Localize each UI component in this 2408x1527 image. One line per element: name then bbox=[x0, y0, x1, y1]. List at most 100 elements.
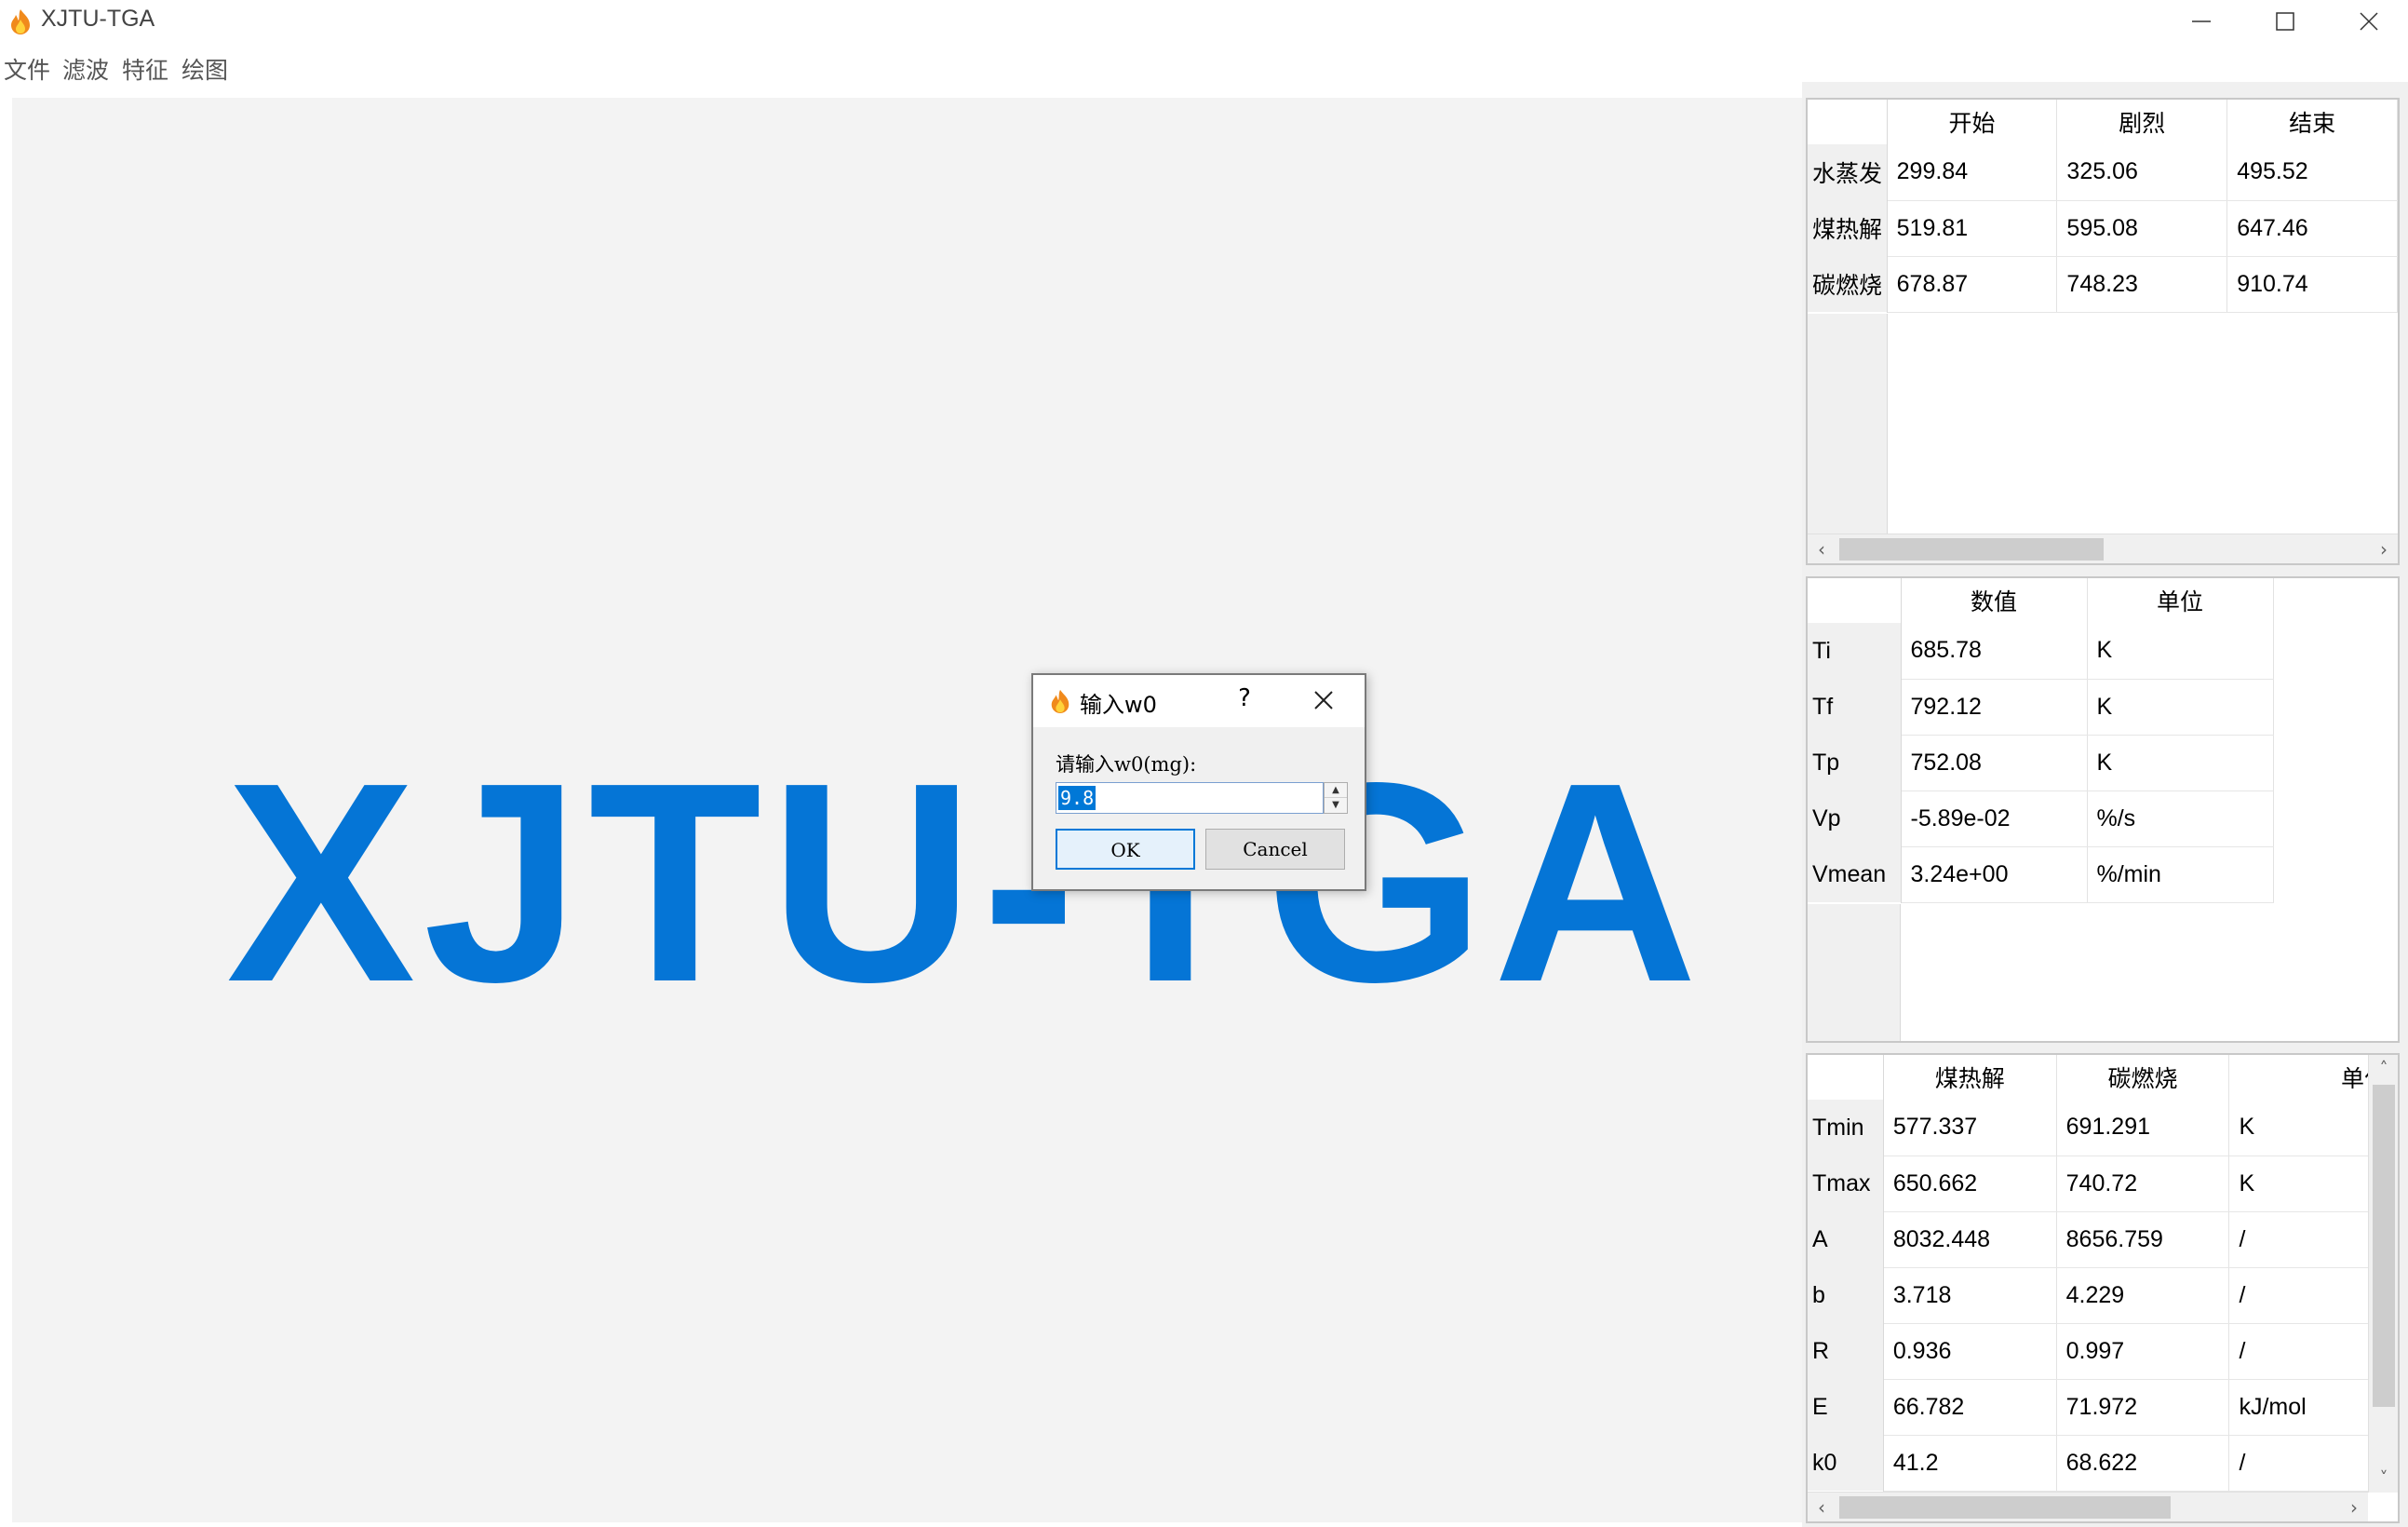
table-cell[interactable]: 752.08 bbox=[1901, 735, 2088, 791]
table-cell[interactable]: 0.936 bbox=[1883, 1323, 2057, 1380]
table-cell[interactable]: 577.337 bbox=[1883, 1100, 2057, 1156]
table-cell[interactable]: 495.52 bbox=[2226, 144, 2398, 201]
row-header[interactable]: A bbox=[1808, 1211, 1884, 1267]
row-header[interactable]: k0 bbox=[1808, 1435, 1884, 1491]
spin-buttons[interactable]: ▲ ▼ bbox=[1324, 782, 1348, 814]
table-cell[interactable]: K bbox=[2087, 623, 2274, 680]
table-row: k0 41.2 68.622 / bbox=[1808, 1435, 2398, 1492]
table-cell[interactable]: 4.229 bbox=[2056, 1267, 2230, 1324]
table-cell[interactable]: 0.997 bbox=[2056, 1323, 2230, 1380]
table-cell[interactable]: 650.662 bbox=[1883, 1155, 2057, 1212]
menu-file[interactable]: 文件 bbox=[4, 52, 50, 86]
characteristic-table-grid: 数值 单位 Ti 685.78 K Tf 792.12 K Tp 752.08 … bbox=[1808, 578, 2274, 903]
scroll-thumb[interactable] bbox=[1839, 1496, 2171, 1519]
corner-cell bbox=[1808, 1055, 1884, 1100]
table-cell[interactable]: %/s bbox=[2087, 791, 2274, 847]
column-header[interactable]: 煤热解 bbox=[1883, 1055, 2057, 1100]
phase-table[interactable]: 开始 剧烈 结束 水蒸发 299.84 325.06 495.52 煤热解 51… bbox=[1806, 98, 2400, 565]
table-cell[interactable]: 8656.759 bbox=[2056, 1211, 2230, 1268]
table-cell[interactable]: 678.87 bbox=[1887, 256, 2058, 313]
close-button[interactable] bbox=[2327, 0, 2408, 43]
column-header[interactable]: 数值 bbox=[1901, 578, 2088, 623]
table-cell[interactable]: 299.84 bbox=[1887, 144, 2058, 201]
table-cell[interactable]: %/min bbox=[2087, 846, 2274, 903]
spin-down-icon[interactable]: ▼ bbox=[1325, 798, 1347, 813]
scroll-left-icon[interactable]: ‹ bbox=[1808, 1493, 1836, 1521]
row-header[interactable]: 水蒸发 bbox=[1808, 144, 1888, 200]
characteristic-table[interactable]: 数值 单位 Ti 685.78 K Tf 792.12 K Tp 752.08 … bbox=[1806, 576, 2400, 1043]
column-header[interactable]: 结束 bbox=[2226, 100, 2398, 144]
table-cell[interactable]: 519.81 bbox=[1887, 200, 2058, 257]
table-cell[interactable]: 792.12 bbox=[1901, 679, 2088, 736]
scroll-down-icon[interactable]: ˅ bbox=[2369, 1465, 2398, 1493]
w0-value[interactable]: 9.8 bbox=[1058, 786, 1096, 810]
minimize-button[interactable] bbox=[2159, 0, 2243, 43]
row-header[interactable]: Tp bbox=[1808, 735, 1902, 791]
table-cell[interactable]: -5.89e-02 bbox=[1901, 791, 2088, 847]
row-header[interactable]: R bbox=[1808, 1323, 1884, 1379]
ok-button[interactable]: OK bbox=[1056, 829, 1195, 870]
table-row: 煤热解 519.81 595.08 647.46 bbox=[1808, 200, 2398, 257]
kinetics-table-grid: 煤热解 碳燃烧 单位 Tmin 577.337 691.291 K Tmax 6… bbox=[1808, 1055, 2398, 1492]
table-cell[interactable]: 647.46 bbox=[2226, 200, 2398, 257]
scroll-thumb[interactable] bbox=[1839, 538, 2104, 561]
table-cell[interactable]: 910.74 bbox=[2226, 256, 2398, 313]
table-row: b 3.718 4.229 / bbox=[1808, 1267, 2398, 1324]
row-header[interactable]: Vp bbox=[1808, 791, 1902, 846]
maximize-button[interactable] bbox=[2243, 0, 2327, 43]
table-cell[interactable]: 3.24e+00 bbox=[1901, 846, 2088, 903]
kinetics-table[interactable]: 煤热解 碳燃烧 单位 Tmin 577.337 691.291 K Tmax 6… bbox=[1806, 1053, 2400, 1523]
scroll-right-icon[interactable]: › bbox=[2340, 1493, 2368, 1521]
close-icon bbox=[2360, 12, 2378, 31]
table-row: 水蒸发 299.84 325.06 495.52 bbox=[1808, 144, 2398, 201]
row-header[interactable]: Tf bbox=[1808, 679, 1902, 735]
column-header[interactable]: 剧烈 bbox=[2056, 100, 2228, 144]
table-cell[interactable]: 71.972 bbox=[2056, 1379, 2230, 1436]
vertical-scrollbar[interactable]: ˄ ˅ bbox=[2368, 1055, 2398, 1493]
table-cell[interactable]: 740.72 bbox=[2056, 1155, 2230, 1212]
scroll-left-icon[interactable]: ‹ bbox=[1808, 534, 1836, 563]
scroll-thumb[interactable] bbox=[2373, 1085, 2395, 1407]
close-icon bbox=[1314, 691, 1333, 709]
table-cell[interactable]: 66.782 bbox=[1883, 1379, 2057, 1436]
cancel-button[interactable]: Cancel bbox=[1205, 829, 1345, 870]
column-header[interactable]: 单位 bbox=[2087, 578, 2274, 623]
table-cell[interactable]: 8032.448 bbox=[1883, 1211, 2057, 1268]
table-cell[interactable]: K bbox=[2087, 735, 2274, 791]
table-cell[interactable]: 3.718 bbox=[1883, 1267, 2057, 1324]
column-header[interactable]: 开始 bbox=[1887, 100, 2058, 144]
row-header[interactable]: Ti bbox=[1808, 623, 1902, 679]
table-cell[interactable]: K bbox=[2087, 679, 2274, 736]
scroll-up-icon[interactable]: ˄ bbox=[2369, 1055, 2398, 1083]
corner-cell bbox=[1808, 578, 1902, 623]
row-header[interactable]: b bbox=[1808, 1267, 1884, 1323]
row-header[interactable]: 煤热解 bbox=[1808, 200, 1888, 256]
horizontal-scrollbar[interactable]: ‹ › bbox=[1808, 534, 2398, 563]
menu-filter[interactable]: 滤波 bbox=[62, 52, 109, 86]
table-row: 碳燃烧 678.87 748.23 910.74 bbox=[1808, 256, 2398, 313]
input-dialog: 输入w0 ? 请输入w0(mg): 9.8 ▲ ▼ OK Cancel bbox=[1031, 673, 1366, 891]
table-cell[interactable]: 685.78 bbox=[1901, 623, 2088, 680]
row-header[interactable]: 碳燃烧 bbox=[1808, 256, 1888, 312]
w0-input[interactable]: 9.8 bbox=[1056, 782, 1324, 814]
table-cell[interactable]: 325.06 bbox=[2056, 144, 2228, 201]
table-cell[interactable]: 41.2 bbox=[1883, 1435, 2057, 1492]
row-header[interactable]: Vmean bbox=[1808, 846, 1902, 902]
menu-feature[interactable]: 特征 bbox=[122, 52, 168, 86]
table-cell[interactable]: 595.08 bbox=[2056, 200, 2228, 257]
table-cell[interactable]: 748.23 bbox=[2056, 256, 2228, 313]
menu-plot[interactable]: 绘图 bbox=[182, 52, 228, 86]
help-button[interactable]: ? bbox=[1231, 684, 1258, 712]
column-header[interactable]: 碳燃烧 bbox=[2056, 1055, 2230, 1100]
plot-canvas[interactable]: XJTU-TGA bbox=[12, 98, 1802, 1522]
horizontal-scrollbar[interactable]: ‹ › bbox=[1808, 1492, 2368, 1521]
table-cell[interactable]: 68.622 bbox=[2056, 1435, 2230, 1492]
row-header[interactable]: Tmin bbox=[1808, 1100, 1884, 1155]
row-header[interactable]: Tmax bbox=[1808, 1155, 1884, 1211]
scroll-right-icon[interactable]: › bbox=[2370, 534, 2398, 563]
spin-up-icon[interactable]: ▲ bbox=[1325, 783, 1347, 798]
dialog-close-button[interactable] bbox=[1305, 684, 1342, 718]
row-header[interactable]: E bbox=[1808, 1379, 1884, 1435]
dialog-title: 输入w0 bbox=[1080, 692, 1157, 718]
table-cell[interactable]: 691.291 bbox=[2056, 1100, 2230, 1156]
